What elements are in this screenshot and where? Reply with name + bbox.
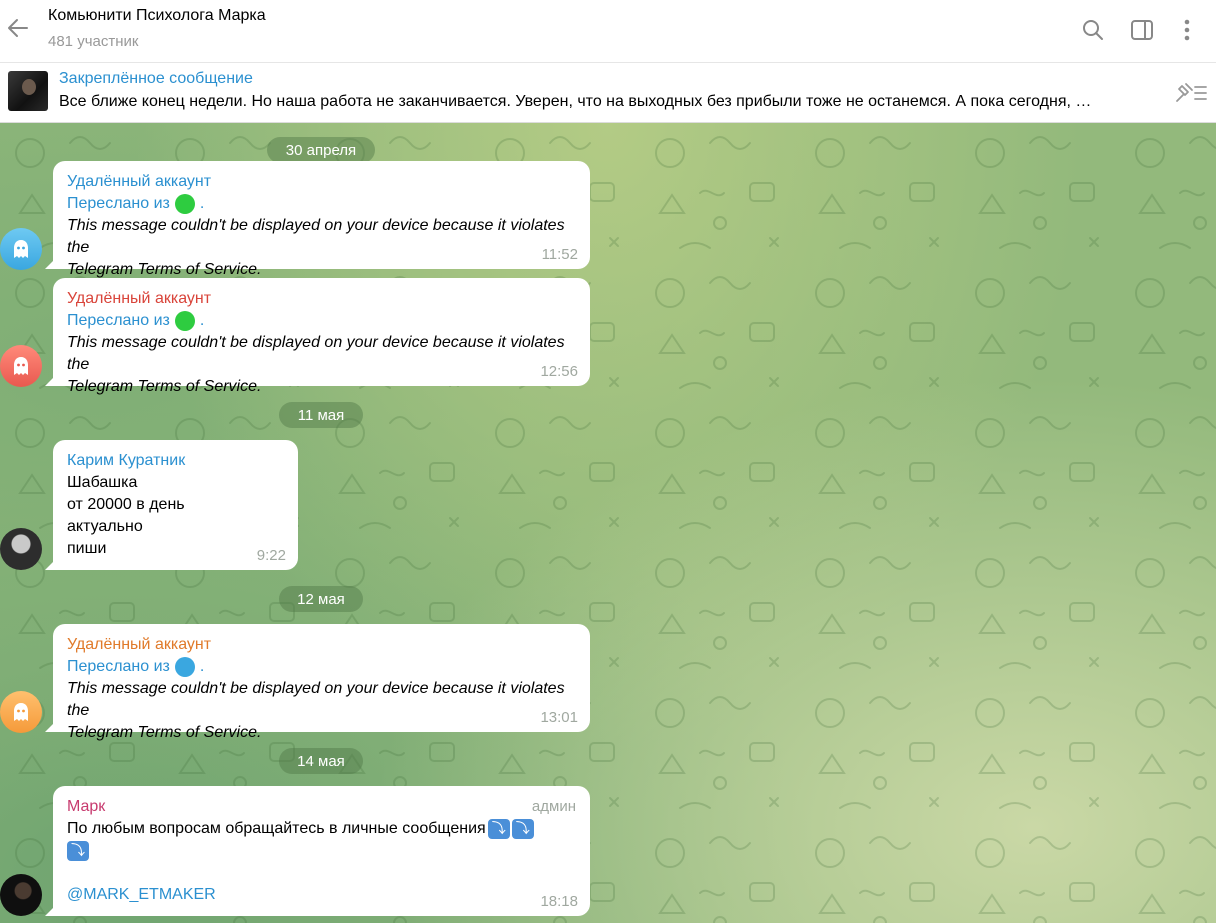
sender-name[interactable]: Марк [67, 796, 576, 818]
forwarded-from[interactable]: Переслано из. [67, 656, 576, 678]
ghost-icon [14, 357, 28, 375]
message-bubble[interactable]: Марк админ По любым вопросам обращайтесь… [53, 786, 590, 916]
avatar[interactable] [0, 228, 42, 270]
more-menu-button[interactable] [1171, 14, 1203, 46]
pin-list-icon [1176, 83, 1207, 102]
avatar[interactable] [0, 691, 42, 733]
sidebar-panel-icon [1131, 20, 1153, 40]
channel-avatar-dot [174, 194, 195, 214]
message-time: 11:52 [541, 246, 578, 263]
avatar[interactable] [0, 528, 42, 570]
forward-label: Переслано из [67, 312, 170, 329]
back-button[interactable] [4, 12, 32, 44]
forward-suffix: . [199, 312, 205, 329]
message-text: от 20000 в день [67, 496, 185, 513]
message-bubble[interactable]: Удалённый аккаунт Переслано из. This mes… [53, 161, 590, 278]
message-time: 13:01 [540, 709, 578, 726]
forward-label: Переслано из [67, 658, 170, 675]
message-text: Telegram Terms of Service. [67, 378, 262, 395]
sidebar-toggle-button[interactable] [1126, 14, 1158, 46]
message-body: По любым вопросам обращайтесь в личные с… [67, 820, 486, 837]
message-text: This message couldn't be displayed on yo… [67, 334, 565, 373]
pinned-text: Все ближе конец недели. Но наша работа н… [59, 93, 1092, 110]
admin-badge: админ [531, 798, 576, 815]
message-text: This message couldn't be displayed on yo… [67, 680, 565, 719]
message-bubble[interactable]: Удалённый аккаунт Переслано из. This mes… [53, 278, 590, 395]
message-text: This message couldn't be displayed on yo… [67, 217, 565, 256]
message-time: 9:22 [256, 547, 286, 564]
arrow-down-right-emoji-icon: ⤵ [67, 840, 89, 861]
channel-avatar-dot [174, 657, 195, 677]
date-separator: 11 мая [279, 402, 363, 428]
sender-name[interactable]: Карим Куратник [67, 450, 284, 472]
ghost-icon [14, 703, 28, 721]
message-time: 12:56 [540, 363, 578, 380]
date-separator: 30 апреля [267, 137, 375, 163]
empty-line [67, 862, 576, 884]
chat-area[interactable]: 30 апреля Удалённый аккаунт Переслано из… [0, 123, 1216, 923]
avatar[interactable] [0, 874, 42, 916]
chat-header: Комьюнити Психолога Марка 481 участник [0, 0, 1216, 63]
pinned-list-button[interactable] [1172, 77, 1208, 109]
message-text: Telegram Terms of Service. [67, 724, 262, 741]
date-separator: 14 мая [279, 748, 363, 774]
pinned-title: Закреплённое сообщение [59, 70, 253, 87]
forward-suffix: . [199, 195, 205, 212]
date-separator: 12 мая [279, 586, 363, 612]
channel-avatar-dot [174, 311, 195, 331]
more-vertical-icon [1184, 19, 1190, 41]
forward-label: Переслано из [67, 195, 170, 212]
search-button[interactable] [1077, 14, 1109, 46]
forwarded-from[interactable]: Переслано из. [67, 310, 576, 332]
message-bubble[interactable]: Карим Куратник Шабашка от 20000 в день а… [53, 440, 298, 570]
pinned-message-bar[interactable]: Закреплённое сообщение Все ближе конец н… [0, 63, 1216, 123]
sender-name[interactable]: Удалённый аккаунт [67, 171, 576, 193]
pinned-thumbnail [8, 71, 48, 111]
sender-name[interactable]: Удалённый аккаунт [67, 634, 576, 656]
message-text: актуально [67, 518, 143, 535]
search-icon [1083, 20, 1103, 40]
forward-suffix: . [199, 658, 205, 675]
arrow-down-right-emoji-icon: ⤵ [511, 818, 534, 839]
forwarded-from[interactable]: Переслано из. [67, 193, 576, 215]
message-text: По любым вопросам обращайтесь в личные с… [67, 818, 576, 840]
chat-title[interactable]: Комьюнити Психолога Марка [48, 7, 266, 25]
avatar[interactable] [0, 345, 42, 387]
sender-name[interactable]: Удалённый аккаунт [67, 288, 576, 310]
message-time: 18:18 [540, 893, 578, 910]
message-text: Шабашка [67, 474, 138, 491]
message-text: пиши [67, 540, 107, 557]
member-count: 481 участник [48, 33, 139, 50]
arrow-down-right-emoji-icon: ⤵ [487, 818, 510, 839]
mention-link[interactable]: @MARK_ETMAKER [67, 884, 576, 906]
arrow-left-icon [8, 19, 28, 37]
ghost-icon [14, 240, 28, 258]
message-text-line2: ⤵ [67, 840, 576, 862]
message-bubble[interactable]: Удалённый аккаунт Переслано из. This mes… [53, 624, 590, 741]
